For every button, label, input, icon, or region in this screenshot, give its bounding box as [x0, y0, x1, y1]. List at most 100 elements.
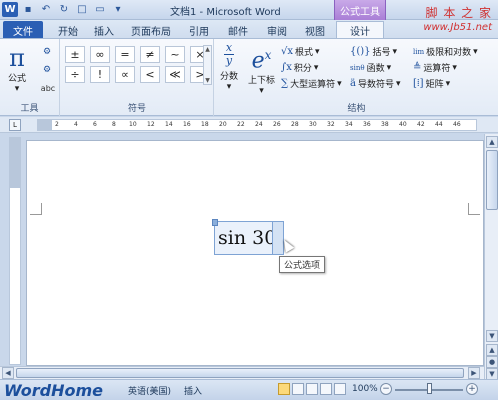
pi-icon: π: [9, 44, 25, 72]
tab-page-layout[interactable]: 页面布局: [125, 21, 177, 39]
open-folder-icon[interactable]: ▭: [92, 2, 108, 17]
symbol-equals[interactable]: =: [115, 46, 135, 63]
print-layout-view-icon[interactable]: [278, 383, 290, 395]
tab-view[interactable]: 视图: [299, 21, 331, 39]
integral-button[interactable]: ∫x 积分 ▾: [281, 61, 318, 74]
vertical-ruler[interactable]: [9, 137, 21, 365]
tab-home[interactable]: 开始: [52, 21, 84, 39]
script-button[interactable]: ex 上下标 ▾: [248, 43, 275, 96]
operator-button[interactable]: ≜ 运算符 ▾: [413, 61, 457, 74]
symbol-not-equal[interactable]: ≠: [140, 46, 160, 63]
customize-qat-icon[interactable]: ▾: [110, 2, 126, 17]
symbol-proportional[interactable]: ∝: [115, 66, 135, 83]
document-page[interactable]: sin 30 公式选项: [26, 140, 484, 366]
symbol-gallery: ± ∞ = ≠ ~ × ÷ ! ∝ < ≪ >: [65, 46, 212, 83]
ruler-tick: 24: [255, 121, 263, 128]
zoom-slider-thumb[interactable]: [427, 383, 432, 394]
web-layout-view-icon[interactable]: [306, 383, 318, 395]
tab-review[interactable]: 审阅: [261, 21, 293, 39]
fraction-icon: xy: [224, 41, 234, 67]
title-bar: W ▪ ↶ ↻ □ ▭ ▾ 文档1 - Microsoft Word 公式工具 …: [0, 0, 498, 20]
equation-box[interactable]: sin 30: [212, 219, 284, 255]
zoom-out-icon[interactable]: −: [380, 383, 392, 395]
word-logo-icon[interactable]: W: [2, 2, 18, 17]
limit-log-button[interactable]: lim 极限和对数 ▾: [413, 45, 478, 59]
symbol-infinity[interactable]: ∞: [90, 46, 110, 63]
accent-button[interactable]: ä 导数符号 ▾: [350, 77, 401, 90]
vertical-scrollbar[interactable]: ▲ ▼ ▲ ● ▼: [484, 134, 498, 380]
symbol-tilde[interactable]: ~: [165, 46, 185, 63]
scroll-down-icon[interactable]: ▼: [205, 77, 210, 84]
symbol-factorial[interactable]: !: [90, 66, 110, 83]
limit-log-label: 极限和对数: [426, 48, 472, 58]
matrix-icon: [⁞]: [413, 78, 424, 89]
previous-page-icon[interactable]: ▲: [486, 344, 498, 356]
scroll-up-icon[interactable]: ▲: [486, 136, 498, 148]
normal-text-button[interactable]: abc: [38, 81, 58, 95]
zoom-in-icon[interactable]: +: [466, 383, 478, 395]
scroll-down-icon[interactable]: ▼: [486, 330, 498, 342]
scroll-right-icon[interactable]: ▶: [468, 367, 480, 379]
outline-view-icon[interactable]: [320, 383, 332, 395]
tab-selector-icon[interactable]: L: [9, 119, 21, 131]
accent-icon: ä: [350, 78, 356, 89]
function-button[interactable]: sinθ 函数 ▾: [350, 61, 392, 75]
symbol-plus-minus[interactable]: ±: [65, 46, 85, 63]
limit-icon: lim: [413, 47, 425, 56]
fraction-button[interactable]: xy 分数 ▾: [220, 41, 238, 92]
undo-icon[interactable]: ↶: [38, 2, 54, 17]
scroll-up-icon[interactable]: ▲: [205, 46, 210, 53]
ruler-tick: 40: [399, 121, 407, 128]
new-document-icon[interactable]: □: [74, 2, 90, 17]
function-icon: sinθ: [350, 63, 365, 72]
tab-references[interactable]: 引用: [183, 21, 215, 39]
tab-design[interactable]: 设计: [336, 21, 384, 39]
bracket-button[interactable]: {()} 括号 ▾: [350, 45, 397, 58]
ribbon: π 公式 ▾ ⚙ ⚙ abc 工具 ± ∞ = ≠ ~ × ÷ ! ∝ < ≪ …: [0, 38, 498, 116]
dropdown-arrow-icon: ▾: [386, 62, 392, 73]
script-icon: ex: [251, 48, 272, 74]
equation-button-label: 公式: [8, 74, 27, 84]
language-status[interactable]: 英语(美国): [128, 384, 171, 397]
horizontal-ruler[interactable]: 2 4 6 8 10 12 14 16 18 20 22 24 26 28 30…: [37, 119, 477, 131]
tab-mailings[interactable]: 邮件: [222, 21, 254, 39]
ruler-tick: 18: [201, 121, 209, 128]
horizontal-scroll-thumb[interactable]: [16, 368, 464, 378]
save-icon[interactable]: ▪: [20, 2, 36, 17]
redo-icon[interactable]: ↻: [56, 2, 72, 17]
horizontal-scrollbar[interactable]: ◀ ▶: [0, 366, 484, 379]
ruler-tick: 26: [273, 121, 281, 128]
document-area: sin 30 公式选项: [26, 134, 484, 366]
matrix-button[interactable]: [⁞] 矩阵 ▾: [413, 77, 450, 90]
draft-view-icon[interactable]: [334, 383, 346, 395]
zoom-level[interactable]: 100%: [352, 384, 378, 394]
vertical-scroll-thumb[interactable]: [486, 150, 498, 210]
watermark-text: 脚 本 之 家: [425, 6, 492, 20]
equation-move-handle[interactable]: [212, 219, 218, 226]
structures-group-label: 结构: [347, 104, 366, 114]
symbol-less-than[interactable]: <: [140, 66, 160, 83]
equation-options-button[interactable]: [272, 221, 284, 255]
professional-format-icon[interactable]: ⚙: [40, 45, 54, 59]
dropdown-arrow-icon: ▾: [14, 84, 20, 94]
tab-file[interactable]: 文件: [3, 21, 43, 39]
browse-object-icon[interactable]: ●: [486, 356, 498, 368]
insert-mode-status[interactable]: 插入: [184, 384, 202, 397]
ruler-tick: 14: [165, 121, 173, 128]
equation-text[interactable]: sin 30: [218, 227, 276, 249]
symbol-much-less[interactable]: ≪: [165, 66, 185, 83]
equation-button[interactable]: π 公式 ▾: [8, 45, 26, 94]
ruler-tick: 10: [129, 121, 137, 128]
ruler-tick: 36: [363, 121, 371, 128]
symbol-gallery-scroll[interactable]: ▲ ▼: [203, 45, 212, 85]
radical-button[interactable]: √x 根式 ▾: [281, 45, 320, 58]
large-operator-button[interactable]: ∑ 大型运算符 ▾: [281, 77, 342, 90]
full-screen-reading-view-icon[interactable]: [292, 383, 304, 395]
watermark-url: www.Jb51.net: [423, 22, 492, 33]
script-label: 上下标: [248, 76, 276, 87]
linear-format-icon[interactable]: ⚙: [40, 63, 54, 77]
tab-insert[interactable]: 插入: [88, 21, 120, 39]
symbol-divide[interactable]: ÷: [65, 66, 85, 83]
left-margin-marker[interactable]: [38, 120, 52, 130]
scroll-left-icon[interactable]: ◀: [2, 367, 14, 379]
